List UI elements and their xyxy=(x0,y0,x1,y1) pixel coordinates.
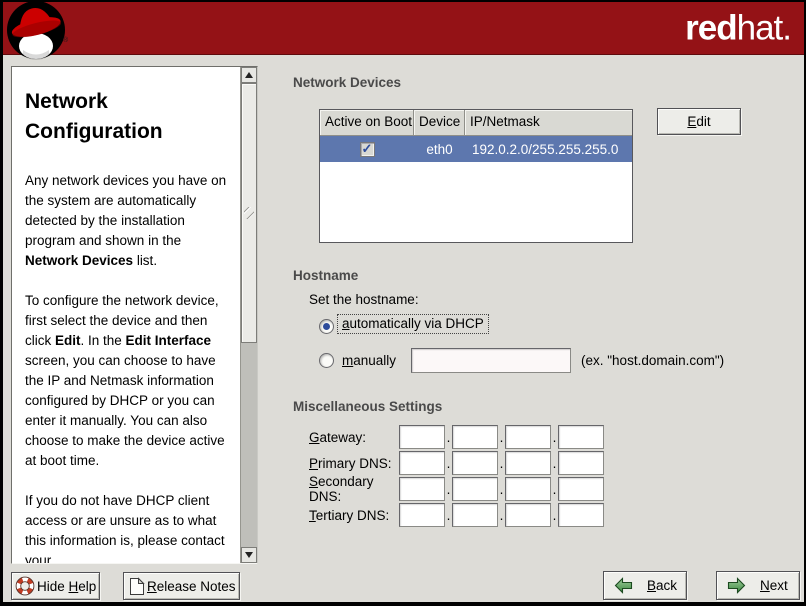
edit-button[interactable]: Edit xyxy=(657,108,741,135)
network-devices-heading: Network Devices xyxy=(293,75,401,90)
secondary-dns-octet-4[interactable] xyxy=(558,477,604,501)
gateway-octet-2[interactable] xyxy=(452,425,498,449)
secondary-dns-label: Secondary DNS: xyxy=(309,474,399,504)
installer-window: ® redhat. Network Configuration Any netw… xyxy=(0,0,806,606)
dhcp-radio[interactable] xyxy=(319,319,334,334)
table-header: Active on Boot Device IP/Netmask xyxy=(320,110,632,136)
misc-settings-rows: Gateway: . . . Primary DNS: . . . Second… xyxy=(309,425,604,529)
active-on-boot-checkbox[interactable]: ✓ xyxy=(360,142,375,157)
back-button[interactable]: Back xyxy=(603,571,687,600)
help-paragraph-1: Any network devices you have on the syst… xyxy=(25,171,236,271)
octet-separator: . xyxy=(445,430,452,445)
primary-dns-row: Primary DNS: . . . xyxy=(309,451,604,475)
redhat-shadowman-logo: ® xyxy=(5,0,71,64)
back-arrow-icon xyxy=(614,577,633,594)
manual-radio[interactable] xyxy=(319,353,334,368)
hide-help-label: Hide Help xyxy=(37,579,96,594)
next-arrow-icon xyxy=(727,577,746,594)
scroll-down-icon xyxy=(245,552,253,558)
wordmark-red: red xyxy=(685,9,736,48)
network-devices-table: Active on Boot Device IP/Netmask ✓ eth0 … xyxy=(319,109,633,243)
column-active-on-boot[interactable]: Active on Boot xyxy=(320,110,414,136)
top-banner: ® redhat. xyxy=(3,2,804,55)
octet-separator: . xyxy=(498,456,505,471)
release-notes-button[interactable]: Release Notes xyxy=(123,572,240,600)
misc-settings-heading: Miscellaneous Settings xyxy=(293,399,442,414)
release-notes-label: Release Notes xyxy=(147,579,236,594)
octet-separator: . xyxy=(551,430,558,445)
help-scrollbar[interactable] xyxy=(240,67,257,563)
octet-separator: . xyxy=(445,482,452,497)
secondary-dns-octet-2[interactable] xyxy=(452,477,498,501)
octet-separator: . xyxy=(498,508,505,523)
redhat-wordmark: redhat. xyxy=(685,11,791,46)
primary-dns-octet-1[interactable] xyxy=(399,451,445,475)
next-button[interactable]: Next xyxy=(716,571,800,600)
tertiary-dns-octet-2[interactable] xyxy=(452,503,498,527)
hostname-example-hint: (ex. "host.domain.com") xyxy=(581,353,724,368)
cell-ip-netmask: 192.0.2.0/255.255.255.0 xyxy=(465,142,632,157)
scroll-up-icon xyxy=(245,72,253,78)
octet-separator: . xyxy=(445,508,452,523)
hostname-heading: Hostname xyxy=(293,268,358,283)
manual-radio-label[interactable]: manually xyxy=(342,353,396,368)
dhcp-radio-label[interactable]: automatically via DHCP xyxy=(337,316,489,331)
registered-mark: ® xyxy=(63,36,69,44)
scroll-up-button[interactable] xyxy=(241,67,257,83)
secondary-dns-row: Secondary DNS: . . . xyxy=(309,477,604,501)
tertiary-dns-row: Tertiary DNS: . . . xyxy=(309,503,604,527)
primary-dns-octet-2[interactable] xyxy=(452,451,498,475)
octet-separator: . xyxy=(445,456,452,471)
scroll-down-button[interactable] xyxy=(241,547,257,563)
tertiary-dns-octet-4[interactable] xyxy=(558,503,604,527)
gateway-row: Gateway: . . . xyxy=(309,425,604,449)
set-hostname-label: Set the hostname: xyxy=(309,292,419,307)
help-content: Network Configuration Any network device… xyxy=(12,67,240,563)
scrollbar-grip-icon xyxy=(244,207,254,219)
octet-separator: . xyxy=(551,482,558,497)
wordmark-hat: hat. xyxy=(737,9,791,48)
primary-dns-octet-3[interactable] xyxy=(505,451,551,475)
gateway-label: Gateway: xyxy=(309,430,399,445)
checkmark-icon: ✓ xyxy=(362,142,373,155)
back-label: Back xyxy=(647,578,677,593)
help-paragraph-3: If you do not have DHCP client access or… xyxy=(25,491,236,563)
gateway-octet-4[interactable] xyxy=(558,425,604,449)
octet-separator: . xyxy=(551,508,558,523)
octet-separator: . xyxy=(551,456,558,471)
tertiary-dns-label: Tertiary DNS: xyxy=(309,508,399,523)
primary-dns-octet-4[interactable] xyxy=(558,451,604,475)
column-ip-netmask[interactable]: IP/Netmask xyxy=(465,110,632,136)
focus-outline: automatically via DHCP xyxy=(337,314,489,334)
hostname-input[interactable] xyxy=(411,348,571,373)
tertiary-dns-octet-3[interactable] xyxy=(505,503,551,527)
cell-device: eth0 xyxy=(414,142,465,157)
tertiary-dns-octet-1[interactable] xyxy=(399,503,445,527)
hide-help-button[interactable]: Hide Help xyxy=(11,572,100,600)
help-title: Network Configuration xyxy=(25,87,236,147)
cell-active-on-boot: ✓ xyxy=(320,142,414,157)
document-icon xyxy=(129,577,145,596)
secondary-dns-octet-1[interactable] xyxy=(399,477,445,501)
octet-separator: . xyxy=(498,430,505,445)
primary-dns-label: Primary DNS: xyxy=(309,456,399,471)
column-device[interactable]: Device xyxy=(414,110,465,136)
life-preserver-icon xyxy=(15,576,35,596)
help-panel: Network Configuration Any network device… xyxy=(11,66,258,564)
table-row[interactable]: ✓ eth0 192.0.2.0/255.255.255.0 xyxy=(320,136,632,162)
gateway-octet-3[interactable] xyxy=(505,425,551,449)
scrollbar-thumb[interactable] xyxy=(241,83,257,343)
gateway-octet-1[interactable] xyxy=(399,425,445,449)
secondary-dns-octet-3[interactable] xyxy=(505,477,551,501)
octet-separator: . xyxy=(498,482,505,497)
help-paragraph-2: To configure the network device, first s… xyxy=(25,291,236,471)
next-label: Next xyxy=(760,578,788,593)
